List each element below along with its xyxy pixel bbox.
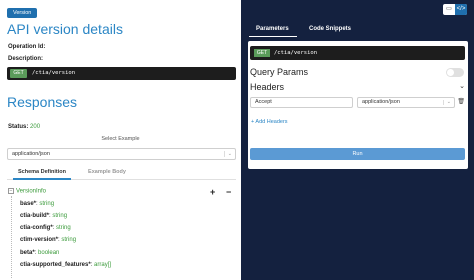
select-example-label: Select Example <box>101 136 140 142</box>
parameters-panel: GET /ctia/version Query Params Headers ⌄… <box>248 41 468 169</box>
header-name-field[interactable]: Accept <box>250 97 353 108</box>
headers-label: Headers <box>250 82 285 92</box>
trash-icon[interactable]: 🗑 <box>457 98 465 105</box>
example-select-value: application/json <box>12 151 50 157</box>
schema-property: ctia-build*: string <box>20 213 68 219</box>
tree-guide <box>11 196 19 278</box>
collapse-all-button[interactable]: − <box>226 187 231 197</box>
tab-schema-definition[interactable]: Schema Definition <box>13 167 71 180</box>
tab-code-snippets[interactable]: Code Snippets <box>309 26 351 32</box>
example-select[interactable]: application/json ⌄ <box>7 148 236 160</box>
view-toggle-group: ▭ </> <box>443 4 467 15</box>
schema-root-label: VersionInfo <box>16 188 47 195</box>
operation-id-label: Operation Id: <box>8 44 46 50</box>
split-view-icon[interactable]: ▭ <box>443 4 455 15</box>
schema-property: ctim-version*: string <box>20 237 77 243</box>
schema-property: ctia-supported_features*: array[] <box>20 262 112 268</box>
chevron-down-icon: ⌄ <box>227 151 232 157</box>
schema-property: base*: string <box>20 201 55 207</box>
response-tabs: Schema Definition Example Body <box>7 167 236 180</box>
select-divider <box>443 100 444 105</box>
schema-property: beta*: boolean <box>20 250 60 256</box>
code-view-icon[interactable]: </> <box>455 4 467 15</box>
try-it-pane: ▭ </> Parameters Code Snippets GET /ctia… <box>241 0 474 280</box>
schema-property: ctia-config*: string <box>20 225 71 231</box>
version-tag[interactable]: Version <box>7 8 38 18</box>
active-tab-indicator <box>249 36 297 37</box>
status-line: Status: 200 <box>8 124 40 130</box>
status-value: 200 <box>30 124 41 130</box>
api-details-pane: Version API version details Operation Id… <box>0 0 241 280</box>
query-params-label: Query Params <box>250 67 309 77</box>
schema-root[interactable]: − VersionInfo <box>8 188 46 195</box>
method-badge: GET <box>254 49 270 57</box>
page-title: API version details <box>7 21 123 37</box>
query-params-toggle[interactable] <box>446 68 464 77</box>
chevron-down-icon: ⌄ <box>446 99 451 105</box>
select-divider <box>224 151 225 157</box>
chevron-down-icon[interactable]: ⌄ <box>459 82 465 90</box>
endpoint-bar: GET /ctia/version <box>250 46 465 60</box>
responses-title: Responses <box>7 94 78 110</box>
collapse-toggle-icon[interactable]: − <box>8 188 14 194</box>
toggle-knob <box>447 69 454 76</box>
endpoint-bar: GET /ctia/version <box>7 67 236 80</box>
expand-all-button[interactable]: + <box>210 187 215 197</box>
add-headers-link[interactable]: + Add Headers <box>251 119 288 125</box>
tab-parameters[interactable]: Parameters <box>256 26 289 32</box>
header-value-select[interactable]: application/json ⌄ <box>357 97 455 108</box>
description-label: Description: <box>8 56 44 62</box>
endpoint-path: /ctia/version <box>274 50 318 56</box>
method-badge: GET <box>10 69 27 78</box>
tab-example-body[interactable]: Example Body <box>81 167 133 178</box>
run-button[interactable]: Run <box>250 148 465 160</box>
status-label: Status: <box>8 124 29 130</box>
endpoint-path: /ctia/version <box>32 70 76 76</box>
